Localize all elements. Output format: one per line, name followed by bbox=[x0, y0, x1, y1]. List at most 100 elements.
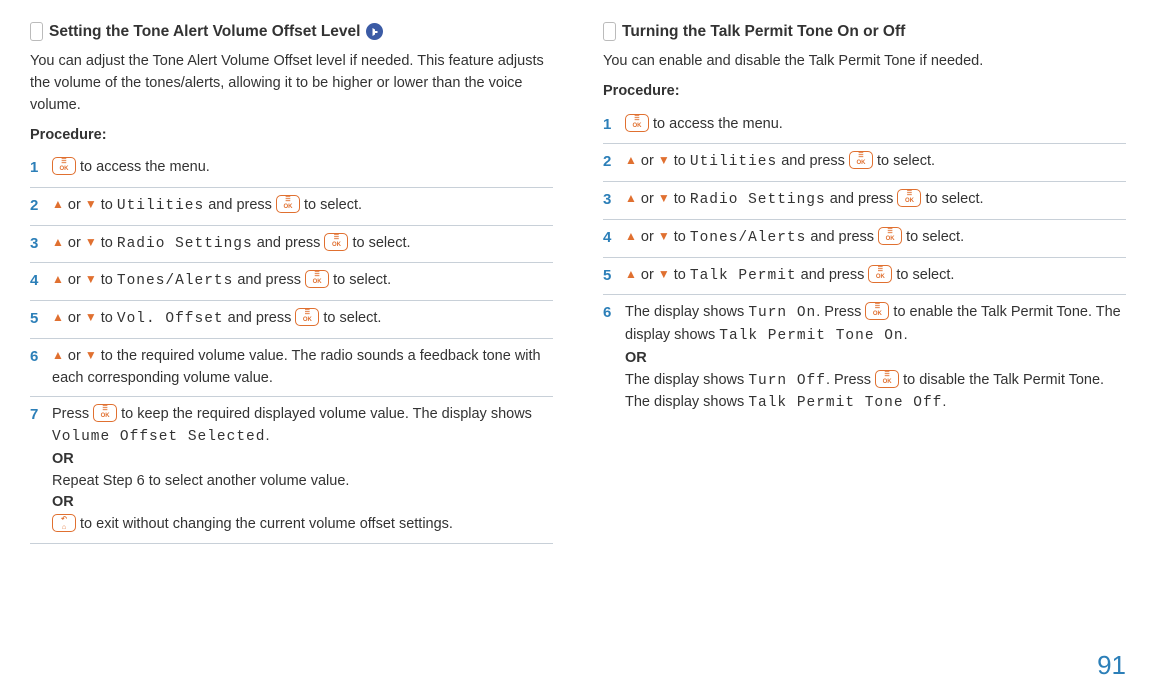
step-body: The display shows Turn On. Press to enab… bbox=[625, 302, 1126, 415]
down-arrow-icon bbox=[658, 151, 670, 169]
down-arrow-icon bbox=[85, 270, 97, 288]
up-arrow-icon bbox=[625, 227, 637, 245]
left-section-title: Setting the Tone Alert Volume Offset Lev… bbox=[30, 20, 553, 43]
step-body: to access the menu. bbox=[625, 114, 1126, 137]
step-body: or to Tones/Alerts and press to select. bbox=[52, 270, 553, 293]
step-number: 4 bbox=[603, 227, 615, 250]
ok-button-icon bbox=[875, 370, 899, 388]
right-procedure-label: Procedure: bbox=[603, 81, 1126, 103]
step-number: 2 bbox=[603, 151, 615, 174]
step-row: 2 or to Utilities and press to select. bbox=[30, 188, 553, 226]
step-row: 4 or to Tones/Alerts and press to select… bbox=[603, 220, 1126, 258]
down-arrow-icon bbox=[85, 233, 97, 251]
up-arrow-icon bbox=[625, 151, 637, 169]
step-number: 6 bbox=[30, 346, 42, 390]
down-arrow-icon bbox=[658, 189, 670, 207]
step-number: 3 bbox=[603, 189, 615, 212]
box-icon bbox=[603, 22, 616, 41]
up-arrow-icon bbox=[52, 195, 64, 213]
up-arrow-icon bbox=[52, 346, 64, 364]
right-column: Turning the Talk Permit Tone On or Off Y… bbox=[603, 20, 1126, 544]
step-body: or to Radio Settings and press to select… bbox=[52, 233, 553, 256]
conventional-icon bbox=[366, 23, 383, 40]
left-intro: You can adjust the Tone Alert Volume Off… bbox=[30, 51, 553, 116]
step-row: 4 or to Tones/Alerts and press to select… bbox=[30, 263, 553, 301]
step-number: 6 bbox=[603, 302, 615, 415]
left-title-text: Setting the Tone Alert Volume Offset Lev… bbox=[49, 20, 360, 43]
ok-button-icon bbox=[52, 157, 76, 175]
down-arrow-icon bbox=[85, 195, 97, 213]
display-text: Turn On bbox=[748, 305, 816, 321]
display-text: Talk Permit Tone On bbox=[719, 328, 903, 344]
step-row: 2 or to Utilities and press to select. bbox=[603, 144, 1126, 182]
ok-button-icon bbox=[878, 227, 902, 245]
right-title-text: Turning the Talk Permit Tone On or Off bbox=[622, 20, 905, 43]
step-number: 4 bbox=[30, 270, 42, 293]
menu-text: Talk Permit bbox=[690, 268, 797, 284]
step-row: 1 to access the menu. bbox=[30, 150, 553, 188]
step-body: or to Tones/Alerts and press to select. bbox=[625, 227, 1126, 250]
up-arrow-icon bbox=[625, 189, 637, 207]
menu-text: Utilities bbox=[690, 154, 777, 170]
ok-button-icon bbox=[625, 114, 649, 132]
step-body: or to Vol. Offset and press to select. bbox=[52, 308, 553, 331]
ok-button-icon bbox=[865, 302, 889, 320]
ok-button-icon bbox=[849, 151, 873, 169]
step-row: 1 to access the menu. bbox=[603, 107, 1126, 145]
up-arrow-icon bbox=[52, 270, 64, 288]
step-body: or to Utilities and press to select. bbox=[625, 151, 1126, 174]
ok-button-icon bbox=[868, 265, 892, 283]
left-procedure-label: Procedure: bbox=[30, 125, 553, 147]
step-body: or to Radio Settings and press to select… bbox=[625, 189, 1126, 212]
page-number: 91 bbox=[1097, 646, 1126, 685]
menu-text: Tones/Alerts bbox=[690, 230, 806, 246]
step-body: or to the required volume value. The rad… bbox=[52, 346, 553, 390]
menu-text: Utilities bbox=[117, 198, 204, 214]
down-arrow-icon bbox=[85, 308, 97, 326]
step-row: 6 The display shows Turn On. Press to en… bbox=[603, 295, 1126, 422]
left-column: Setting the Tone Alert Volume Offset Lev… bbox=[30, 20, 553, 544]
right-intro: You can enable and disable the Talk Perm… bbox=[603, 51, 1126, 73]
ok-button-icon bbox=[897, 189, 921, 207]
step-row: 6 or to the required volume value. The r… bbox=[30, 339, 553, 398]
step-number: 5 bbox=[603, 265, 615, 288]
right-section-title: Turning the Talk Permit Tone On or Off bbox=[603, 20, 1126, 43]
step-number: 2 bbox=[30, 195, 42, 218]
menu-text: Tones/Alerts bbox=[117, 273, 233, 289]
ok-button-icon bbox=[295, 308, 319, 326]
display-text: Talk Permit Tone Off bbox=[748, 395, 942, 411]
ok-button-icon bbox=[324, 233, 348, 251]
step-body: or to Utilities and press to select. bbox=[52, 195, 553, 218]
display-text: Volume Offset Selected bbox=[52, 429, 265, 445]
step-row: 3 or to Radio Settings and press to sele… bbox=[603, 182, 1126, 220]
or-label: OR bbox=[52, 451, 74, 467]
step-number: 5 bbox=[30, 308, 42, 331]
box-icon bbox=[30, 22, 43, 41]
up-arrow-icon bbox=[52, 308, 64, 326]
step-body: Press to keep the required displayed vol… bbox=[52, 404, 553, 536]
up-arrow-icon bbox=[52, 233, 64, 251]
step-body: to access the menu. bbox=[52, 157, 553, 180]
step-body: or to Talk Permit and press to select. bbox=[625, 265, 1126, 288]
ok-button-icon bbox=[93, 404, 117, 422]
step-number: 1 bbox=[603, 114, 615, 137]
step-number: 1 bbox=[30, 157, 42, 180]
display-text: Turn Off bbox=[748, 373, 826, 389]
step-number: 3 bbox=[30, 233, 42, 256]
step-row: 5 or to Talk Permit and press to select. bbox=[603, 258, 1126, 296]
up-arrow-icon bbox=[625, 265, 637, 283]
menu-text: Radio Settings bbox=[117, 236, 253, 252]
ok-button-icon bbox=[276, 195, 300, 213]
back-home-icon bbox=[52, 514, 76, 532]
step-row: 7 Press to keep the required displayed v… bbox=[30, 397, 553, 544]
down-arrow-icon bbox=[658, 227, 670, 245]
or-label: OR bbox=[625, 350, 647, 366]
step-row: 5 or to Vol. Offset and press to select. bbox=[30, 301, 553, 339]
step-row: 3 or to Radio Settings and press to sele… bbox=[30, 226, 553, 264]
ok-button-icon bbox=[305, 270, 329, 288]
down-arrow-icon bbox=[85, 346, 97, 364]
down-arrow-icon bbox=[658, 265, 670, 283]
menu-text: Radio Settings bbox=[690, 192, 826, 208]
menu-text: Vol. Offset bbox=[117, 311, 224, 327]
or-label: OR bbox=[52, 494, 74, 510]
